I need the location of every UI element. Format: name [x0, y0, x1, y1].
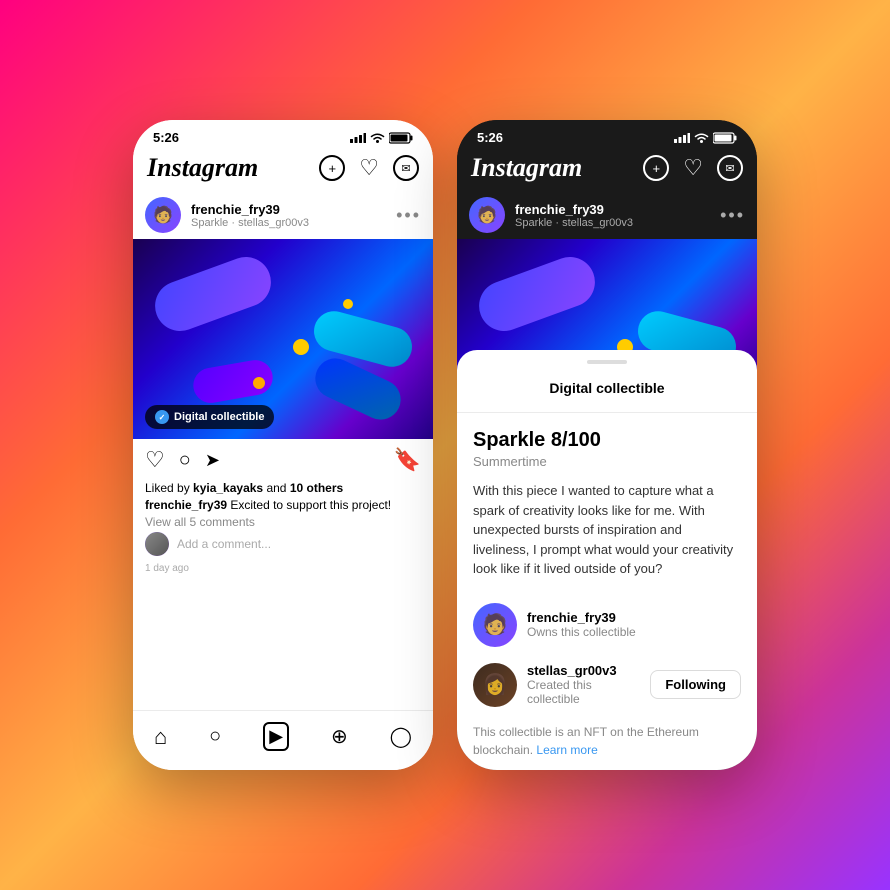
ig-header-icons-right: + ♡ ✉ — [643, 155, 743, 181]
fluid-shape-right-1 — [472, 250, 602, 338]
messenger-icon-right[interactable]: ✉ — [717, 155, 743, 181]
ig-header-icons-left: + ♡ ✉ — [319, 155, 419, 181]
creator-row: 👩 stellas_gr00v3 Created this collectibl… — [457, 655, 757, 715]
post-header-left: 🧑 frenchie_fry39 Sparkle · stellas_gr00v… — [133, 191, 433, 239]
caption-text: frenchie_fry39 Excited to support this p… — [145, 498, 421, 512]
creator-role: Created this collectible — [527, 678, 640, 706]
battery-icon — [389, 132, 413, 144]
learn-more-link[interactable]: Learn more — [536, 743, 597, 757]
avatar-left[interactable]: 🧑 — [145, 197, 181, 233]
messenger-icon-left[interactable]: ✉ — [393, 155, 419, 181]
comment-icon-left[interactable]: ○ — [179, 449, 191, 472]
add-icon-left[interactable]: + — [319, 155, 345, 181]
post-info-left: frenchie_fry39 Sparkle · stellas_gr00v3 — [191, 202, 386, 229]
comment-input[interactable]: Add a comment... — [177, 537, 271, 551]
caption-body: Excited to support this project! — [230, 498, 391, 512]
following-button[interactable]: Following — [650, 670, 741, 699]
post-username-right[interactable]: frenchie_fry39 — [515, 202, 710, 217]
timestamp-left: 1 day ago — [133, 563, 433, 582]
collectible-subtitle: Summertime — [457, 454, 757, 469]
bookmark-icon-left[interactable]: 🔖 — [394, 447, 421, 473]
yellow-dot-2 — [253, 377, 265, 389]
collectible-title: Sparkle 8/100 — [457, 429, 757, 452]
post-subtitle-left: Sparkle · stellas_gr00v3 — [191, 217, 386, 229]
action-icons-left: ♡ ○ ➤ — [145, 447, 394, 473]
digital-collectible-badge[interactable]: ✓ Digital collectible — [145, 405, 274, 429]
sheet-title: Digital collectible — [457, 380, 757, 396]
view-comments[interactable]: View all 5 comments — [145, 515, 421, 529]
heart-icon-left[interactable]: ♡ — [359, 157, 379, 179]
status-icons-right — [674, 132, 737, 144]
fluid-shape-1 — [148, 250, 278, 338]
time-right: 5:26 — [477, 130, 503, 145]
liked-username[interactable]: kyia_kayaks — [193, 481, 263, 495]
more-dots-right[interactable]: ••• — [720, 205, 745, 226]
left-phone: 5:26 Instagram + ♡ — [133, 120, 433, 770]
creator-avatar[interactable]: 👩 — [473, 663, 517, 707]
like-icon-left[interactable]: ♡ — [145, 447, 165, 473]
nft-disclaimer: This collectible is an NFT on the Ethere… — [457, 715, 757, 759]
sheet-divider — [457, 412, 757, 413]
creator-name[interactable]: stellas_gr00v3 — [527, 663, 640, 678]
nav-profile[interactable]: ◯ — [390, 724, 412, 749]
battery-icon-right — [713, 132, 737, 144]
check-icon: ✓ — [155, 410, 169, 424]
add-icon-right[interactable]: + — [643, 155, 669, 181]
yellow-dot-3 — [343, 299, 353, 309]
liked-count: 10 others — [290, 481, 343, 495]
liked-by: Liked by kyia_kayaks and 10 others — [145, 481, 421, 495]
creator-info: stellas_gr00v3 Created this collectible — [527, 663, 640, 706]
post-caption-left: Liked by kyia_kayaks and 10 others frenc… — [133, 481, 433, 563]
post-image-left: ✓ Digital collectible — [133, 239, 433, 439]
caption-username[interactable]: frenchie_fry39 — [145, 498, 227, 512]
owner-role: Owns this collectible — [527, 625, 741, 639]
avatar-right[interactable]: 🧑 — [469, 197, 505, 233]
time-left: 5:26 — [153, 130, 179, 145]
ig-header-right: Instagram + ♡ ✉ — [457, 149, 757, 191]
status-bar-right: 5:26 — [457, 120, 757, 149]
signal-icon — [350, 133, 366, 143]
ig-logo-left: Instagram — [147, 153, 258, 183]
yellow-dot-1 — [293, 339, 309, 355]
commenter-avatar — [145, 532, 169, 556]
collectible-description: With this piece I wanted to capture what… — [457, 481, 757, 579]
post-info-right: frenchie_fry39 Sparkle · stellas_gr00v3 — [515, 202, 710, 229]
post-username-left[interactable]: frenchie_fry39 — [191, 202, 386, 217]
ig-logo-right: Instagram — [471, 153, 582, 183]
wifi-icon-right — [694, 133, 709, 143]
status-bar-left: 5:26 — [133, 120, 433, 149]
owner-row: 🧑 frenchie_fry39 Owns this collectible — [457, 595, 757, 655]
status-icons-left — [350, 132, 413, 144]
ig-header-left: Instagram + ♡ ✉ — [133, 149, 433, 191]
signal-icon-right — [674, 133, 690, 143]
owner-name[interactable]: frenchie_fry39 — [527, 610, 741, 625]
post-header-right: 🧑 frenchie_fry39 Sparkle · stellas_gr00v… — [457, 191, 757, 239]
post-actions-left: ♡ ○ ➤ 🔖 — [133, 439, 433, 481]
owner-info: frenchie_fry39 Owns this collectible — [527, 610, 741, 639]
nav-home[interactable]: ⌂ — [154, 724, 167, 750]
share-icon-left[interactable]: ➤ — [205, 450, 220, 471]
bottom-nav-left: ⌂ ○ ▶ ⊕ ◯ — [133, 710, 433, 770]
owner-avatar[interactable]: 🧑 — [473, 603, 517, 647]
more-dots-left[interactable]: ••• — [396, 205, 421, 226]
nav-search[interactable]: ○ — [209, 725, 221, 748]
wifi-icon — [370, 133, 385, 143]
badge-text: Digital collectible — [174, 411, 264, 423]
heart-icon-right[interactable]: ♡ — [683, 155, 703, 181]
post-subtitle-right: Sparkle · stellas_gr00v3 — [515, 217, 710, 229]
nav-reels[interactable]: ▶ — [263, 722, 289, 751]
add-comment-row: Add a comment... — [145, 532, 421, 556]
sheet-handle — [587, 360, 627, 364]
bottom-sheet: Digital collectible Sparkle 8/100 Summer… — [457, 350, 757, 770]
nav-shop[interactable]: ⊕ — [331, 724, 348, 749]
right-phone: 5:26 Instagram + ♡ ✉ — [457, 120, 757, 770]
